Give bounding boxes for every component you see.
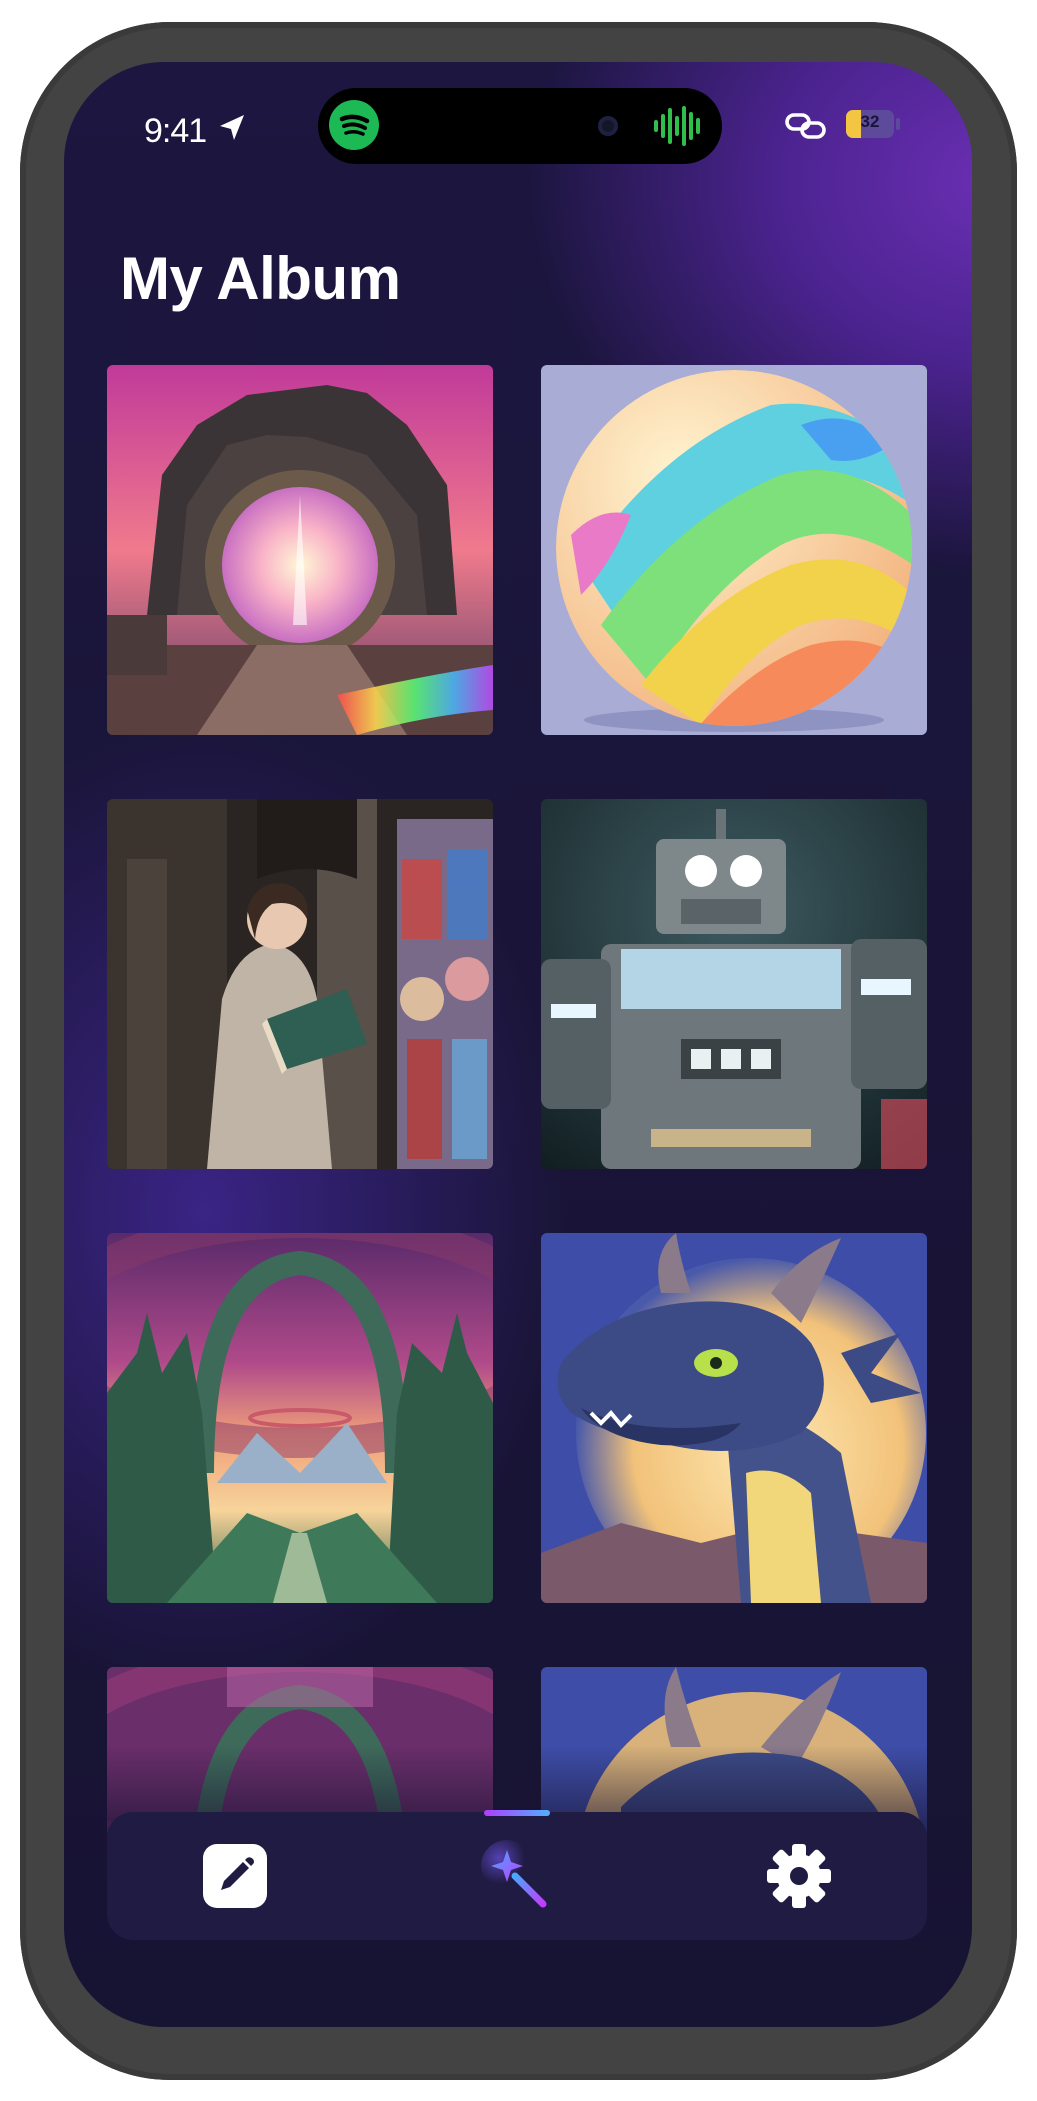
album-item-girl-with-book[interactable]: [107, 799, 493, 1169]
active-tab-indicator: [484, 1810, 550, 1816]
status-time: 9:41: [144, 112, 207, 150]
magic-wand-icon[interactable]: [479, 1838, 555, 1914]
front-camera: [598, 116, 618, 136]
phone-screen: 9:41 32 My Album: [64, 62, 972, 2027]
album-item-fantasy-arch-valley[interactable]: [107, 1233, 493, 1603]
album-item-robot[interactable]: [541, 799, 927, 1169]
dynamic-island: [318, 88, 722, 164]
link-icon: [785, 113, 826, 139]
battery-percent: 32: [860, 112, 880, 131]
battery-nub: [896, 118, 900, 130]
album-grid: [107, 365, 927, 1860]
battery-icon: 32: [846, 110, 894, 138]
location-arrow-icon: [220, 115, 244, 140]
album-item-portal-ruins[interactable]: [107, 365, 493, 735]
album-item-blue-dragon[interactable]: [541, 1233, 927, 1603]
settings-gear-icon[interactable]: [761, 1838, 837, 1914]
spotify-icon[interactable]: [329, 100, 379, 150]
edit-icon[interactable]: [197, 1838, 273, 1914]
page-title: My Album: [120, 245, 401, 312]
audio-wave-icon: [654, 106, 700, 146]
album-item-rainbow-sphere[interactable]: [541, 365, 927, 735]
